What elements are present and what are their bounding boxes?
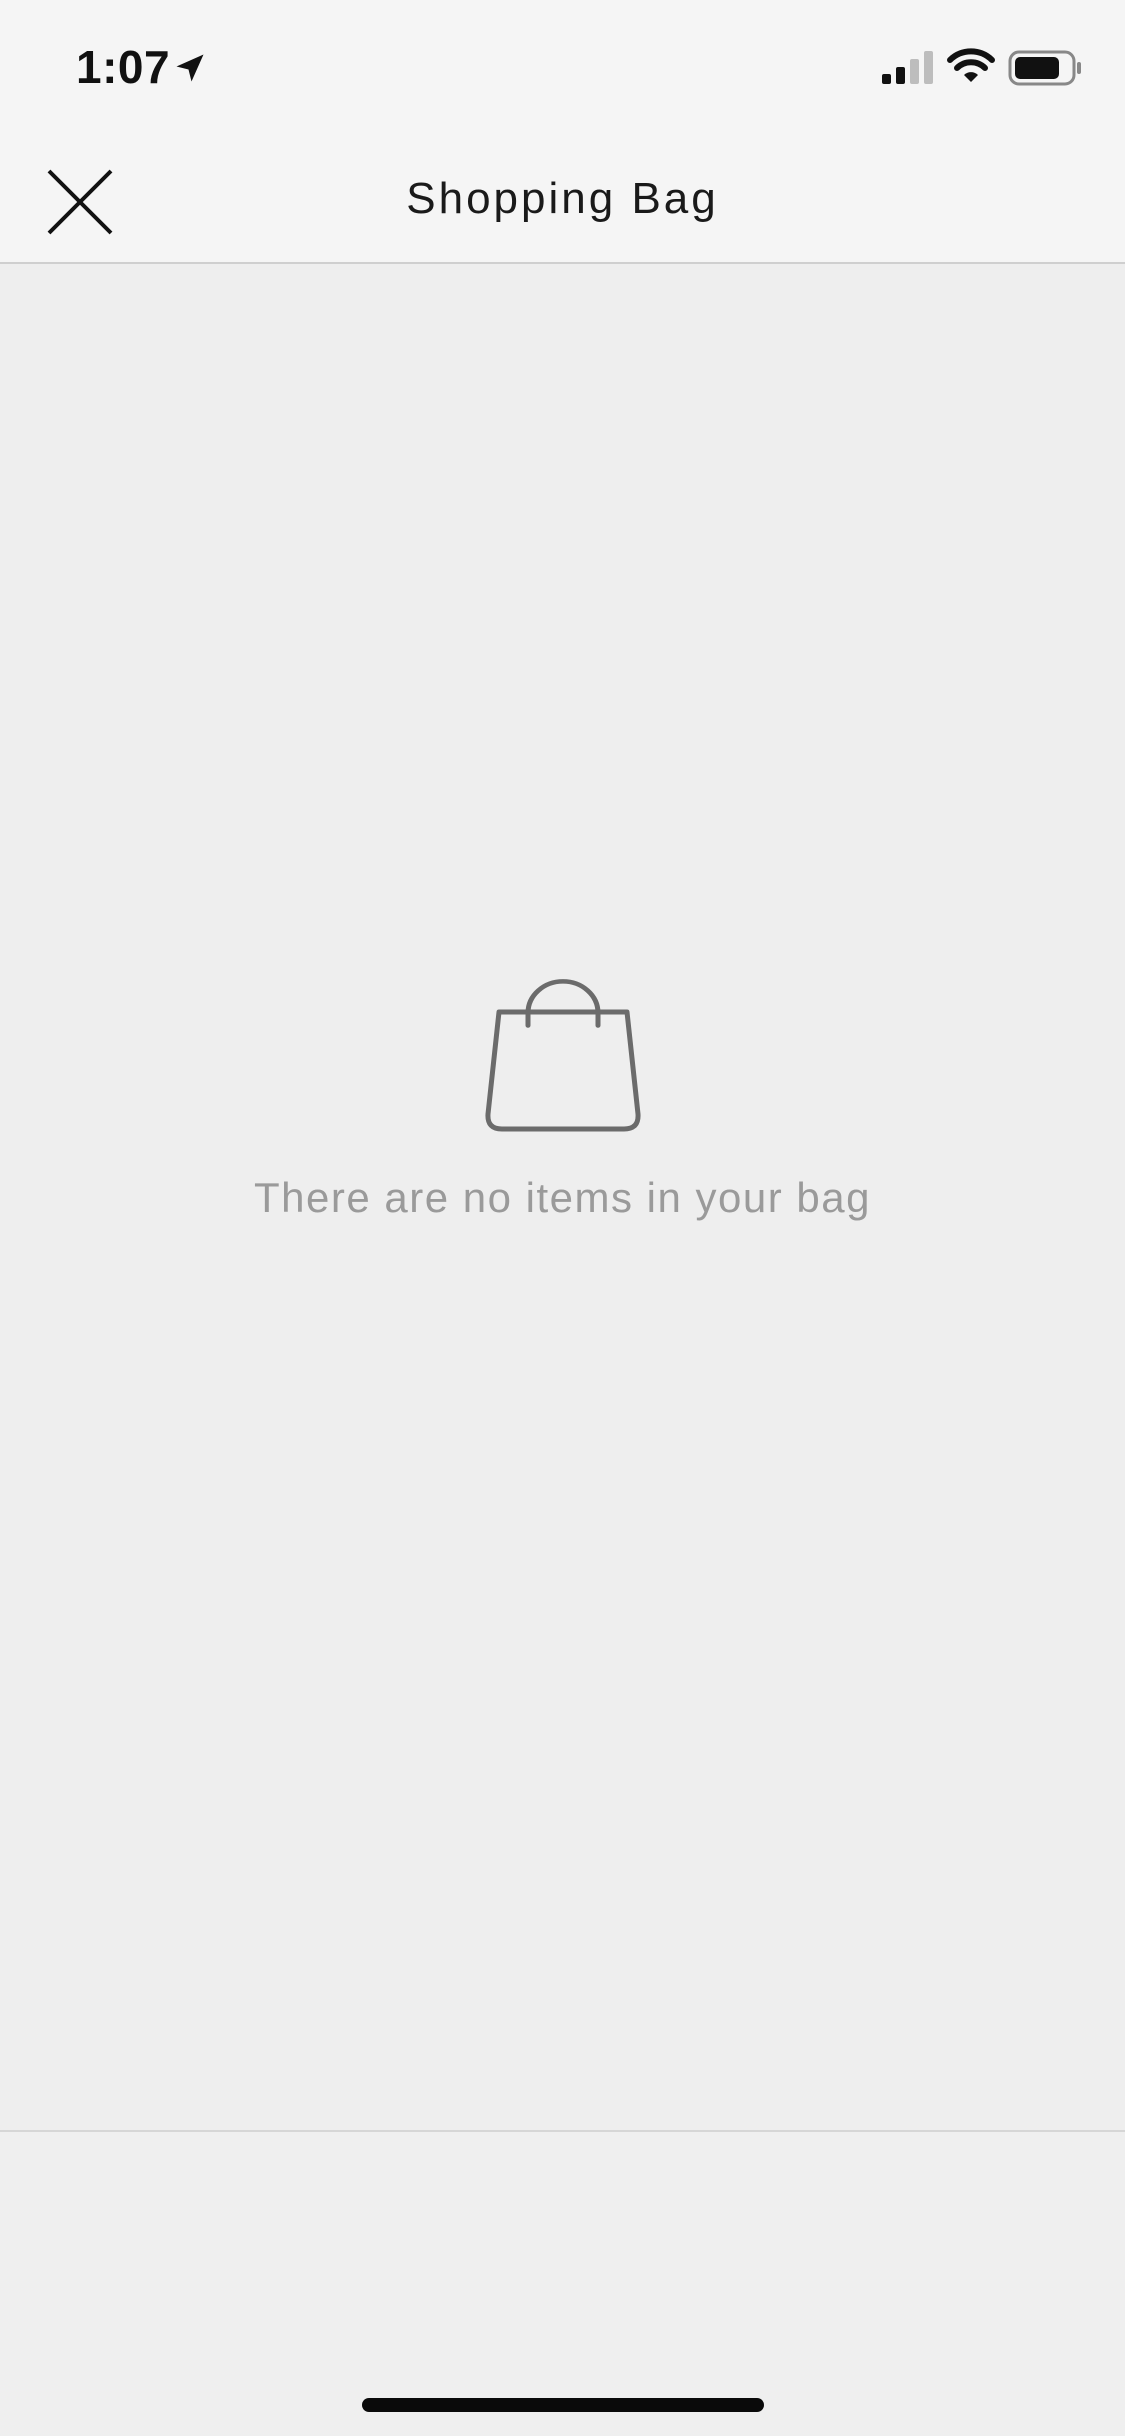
bag-content: There are no items in your bag: [0, 264, 1125, 2132]
battery-icon: [1008, 50, 1081, 86]
location-arrow-icon: [176, 54, 204, 82]
cellular-signal-icon: [882, 51, 933, 84]
empty-bag-message: There are no items in your bag: [254, 1174, 871, 1221]
bottom-area: [0, 2130, 1125, 2436]
empty-state: There are no items in your bag: [0, 964, 1125, 1222]
status-time: 1:07: [76, 41, 171, 93]
status-bar: 1:07: [0, 0, 1125, 140]
shopping-bag-icon: [484, 979, 641, 1132]
nav-bar: Shopping Bag: [0, 140, 1125, 264]
wifi-icon: [947, 48, 995, 82]
page-title: Shopping Bag: [406, 174, 719, 223]
home-indicator[interactable]: [362, 2398, 764, 2412]
